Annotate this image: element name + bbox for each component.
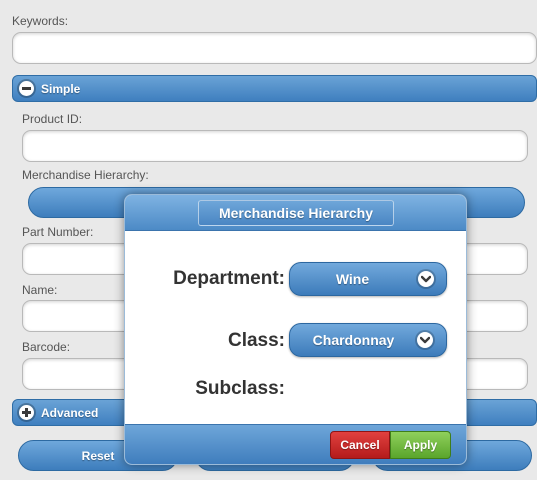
class-label: Class: [227, 330, 285, 351]
product-id-input[interactable] [22, 130, 528, 162]
barcode-label: Barcode: [22, 340, 71, 354]
department-value: Wine [335, 271, 370, 287]
class-value: Chardonnay [312, 332, 395, 348]
part-number-label: Part Number: [22, 225, 94, 239]
simple-section-label: Simple [41, 81, 81, 96]
simple-section-toggle[interactable]: Simple [12, 75, 537, 102]
keywords-input[interactable] [12, 32, 537, 64]
subclass-label: Subclass: [195, 378, 285, 399]
dialog-title: Merchandise Hierarchy [198, 200, 394, 226]
advanced-section-label: Advanced [41, 405, 99, 420]
class-select[interactable]: Chardonnay [289, 323, 447, 357]
department-label: Department: [173, 268, 285, 289]
chevron-down-icon [417, 332, 433, 348]
department-select[interactable]: Wine [289, 262, 447, 296]
expand-icon [19, 405, 34, 420]
keywords-label: Keywords: [12, 14, 69, 28]
apply-button[interactable]: Apply [390, 431, 451, 459]
name-label: Name: [22, 283, 58, 297]
chevron-down-icon [418, 271, 434, 287]
reset-label: Reset [81, 448, 115, 463]
merch-hierarchy-label: Merchandise Hierarchy: [22, 168, 149, 182]
merch-hierarchy-dialog: Merchandise Hierarchy Department: Wine C… [124, 194, 467, 465]
cancel-button[interactable]: Cancel [330, 431, 390, 459]
collapse-icon [19, 81, 34, 96]
dialog-header: Merchandise Hierarchy [125, 195, 466, 231]
product-id-label: Product ID: [22, 112, 83, 126]
